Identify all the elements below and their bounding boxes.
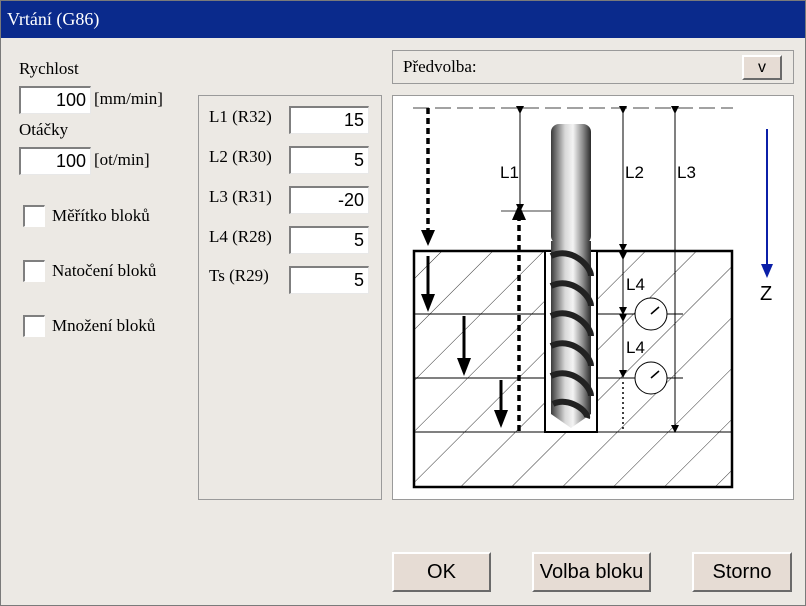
speed-unit: [mm/min] — [94, 89, 163, 108]
param-l3-input[interactable]: -20 — [289, 186, 369, 214]
drilling-diagram: L1 L2 L3 L4 L4 Z — [392, 95, 794, 500]
cancel-button[interactable]: Storno — [692, 552, 792, 592]
l4-top-label: L4 — [626, 275, 645, 294]
z-axis-label: Z — [760, 283, 772, 305]
block-multiply-label: Množení bloků — [52, 316, 156, 335]
speed-input[interactable]: 100 — [19, 86, 91, 114]
l3-label: L3 — [677, 163, 696, 182]
ok-button[interactable]: OK — [392, 552, 491, 592]
window-title: Vrtání (G86) — [7, 9, 100, 29]
param-l1-label: L1 (R32) — [209, 107, 272, 126]
dialog-window: Vrtání (G86) Rychlost 100 [mm/min] Otáčk… — [0, 0, 806, 606]
param-l4-label: L4 (R28) — [209, 227, 272, 246]
preset-bar: Předvolba: v — [392, 50, 794, 84]
title-bar: Vrtání (G86) — [1, 1, 805, 38]
block-select-button[interactable]: Volba bloku — [532, 552, 651, 592]
drilling-diagram-svg: L1 L2 L3 L4 L4 Z — [412, 106, 773, 489]
block-rotation-label: Natočení bloků — [52, 261, 157, 280]
z-axis-arrow — [761, 129, 773, 278]
param-ts-label: Ts (R29) — [209, 266, 269, 285]
block-scale-checkbox[interactable] — [23, 205, 45, 227]
param-ts-input[interactable]: 5 — [289, 266, 369, 294]
dwell-clock-icon-1 — [634, 297, 668, 331]
param-l2-label: L2 (R30) — [209, 147, 272, 166]
param-l4-input[interactable]: 5 — [289, 226, 369, 254]
param-l1-input[interactable]: 15 — [289, 106, 369, 134]
param-l3-label: L3 (R31) — [209, 187, 272, 206]
preset-label: Předvolba: — [403, 57, 477, 76]
preset-dropdown-button[interactable]: v — [742, 55, 782, 80]
dwell-clock-icon-2 — [634, 361, 668, 395]
rpm-label: Otáčky — [19, 120, 69, 139]
rpm-unit: [ot/min] — [94, 150, 150, 169]
param-l2-input[interactable]: 5 — [289, 146, 369, 174]
l1-label: L1 — [500, 163, 519, 182]
block-scale-label: Měřítko bloků — [52, 206, 150, 225]
block-rotation-checkbox[interactable] — [23, 260, 45, 282]
l4-bottom-label: L4 — [626, 338, 645, 357]
l2-label: L2 — [625, 163, 644, 182]
rapid-down-arrow — [421, 108, 435, 246]
block-multiply-checkbox[interactable] — [23, 315, 45, 337]
speed-label: Rychlost — [19, 59, 79, 78]
drill-bit — [549, 124, 594, 428]
rpm-input[interactable]: 100 — [19, 147, 91, 175]
